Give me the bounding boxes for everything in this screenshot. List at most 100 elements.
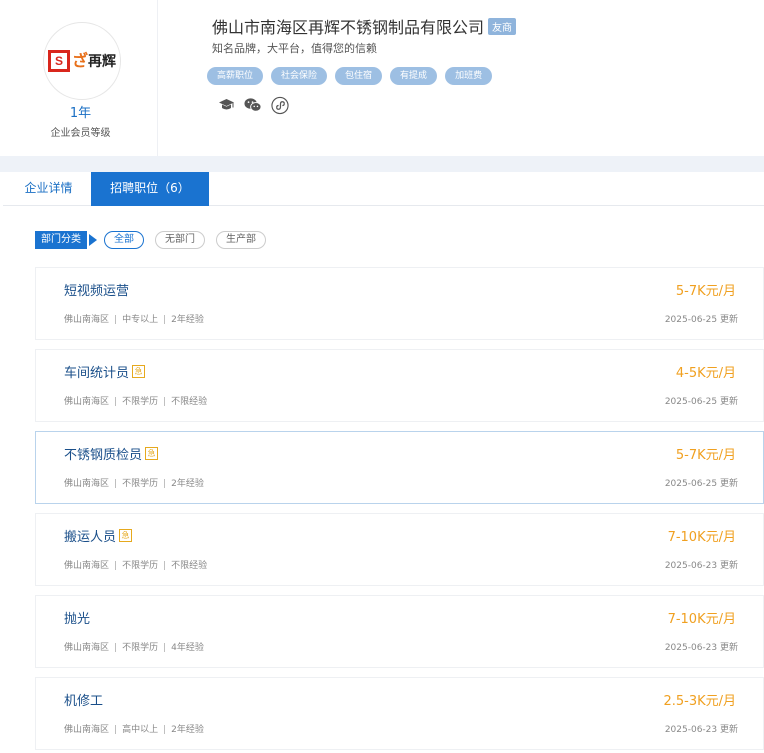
department-filter-label: 部门分类 [35,231,87,249]
job-location: 佛山南海区 [64,397,110,407]
job-salary: 4-5K元/月 [675,366,736,381]
job-title[interactable]: 抛光 [64,608,90,627]
job-card[interactable]: 短视频运营 佛山南海区 | 中专以上 | 2年经验 5-7K元/月 2025-06-25… [35,267,764,340]
job-education: 高中以上 [122,725,159,735]
meta-separator: | [163,479,167,489]
job-title-row: 短视频运营 [64,280,129,299]
wechat-icon[interactable] [244,96,262,114]
graduation-cap-icon[interactable] [217,96,235,114]
benefit-tag: 社会保险 [271,67,328,85]
tab-bar: 企业详情 招聘职位（6） [3,172,764,206]
verification-icons [217,96,289,114]
department-chip-production[interactable]: 生产部 [216,231,266,249]
tab-job-openings[interactable]: 招聘职位（6） [91,172,209,206]
header-divider [0,156,764,172]
urgent-badge: 急 [145,447,159,460]
job-salary: 7-10K元/月 [667,530,736,545]
job-experience: 2年经验 [171,315,204,325]
job-salary: 7-10K元/月 [667,612,736,627]
job-location: 佛山南海区 [64,479,110,489]
meta-separator: | [114,479,118,489]
job-education: 不限学历 [122,397,159,407]
job-updated: 2025-06-23 更新 [664,725,738,735]
job-meta: 佛山南海区 | 中专以上 | 2年经验 [64,312,204,325]
job-updated: 2025-06-23 更新 [664,643,738,653]
department-chip-none[interactable]: 无部门 [155,231,205,249]
job-updated: 2025-06-25 更新 [664,397,738,407]
meta-separator: | [163,315,167,325]
urgent-badge: 急 [119,529,133,542]
job-title[interactable]: 机修工 [64,690,103,709]
tab-company-details[interactable]: 企业详情 [6,172,91,206]
job-experience: 2年经验 [171,725,204,735]
company-name-row: 佛山市南海区再辉不锈钢制品有限公司 友商 [212,14,517,38]
job-updated: 2025-06-25 更新 [664,479,738,489]
job-title-row: 车间统计员 急 [64,362,146,381]
job-education: 不限学历 [122,561,159,571]
job-card[interactable]: 车间统计员 急 佛山南海区 | 不限学历 | 不限经验 4-5K元/月 2025-06-… [35,349,764,422]
job-location: 佛山南海区 [64,561,110,571]
urgent-badge: 急 [132,365,146,378]
job-salary: 5-7K元/月 [675,448,736,463]
job-education: 不限学历 [122,643,159,653]
job-meta: 佛山南海区 | 不限学历 | 不限经验 [64,558,207,571]
job-meta: 佛山南海区 | 不限学历 | 不限经验 [64,394,207,407]
job-title-row: 搬运人员 急 [64,526,133,545]
logo-swirl-icon: ざ [72,51,89,70]
benefit-tag: 加班费 [445,67,493,85]
logo-mark: S ざ 再辉 [48,50,116,72]
job-education: 中专以上 [122,315,159,325]
meta-separator: | [163,561,167,571]
job-title-row: 不锈钢质检员 急 [64,444,159,463]
membership-label: 企业会员等级 [50,128,111,139]
meta-separator: | [163,725,167,735]
logo-text: 再辉 [88,54,116,70]
meta-separator: | [163,397,167,407]
job-title[interactable]: 车间统计员 [64,362,129,381]
job-experience: 4年经验 [171,643,204,653]
job-card[interactable]: 机修工 佛山南海区 | 高中以上 | 2年经验 2.5-3K元/月 2025-06-23… [35,677,764,750]
job-location: 佛山南海区 [64,643,110,653]
job-card[interactable]: 搬运人员 急 佛山南海区 | 不限学历 | 不限经验 7-10K元/月 2025-06-… [35,513,764,586]
company-name: 佛山市南海区再辉不锈钢制品有限公司 [212,18,485,37]
job-updated: 2025-06-25 更新 [664,315,738,325]
benefit-tag: 包住宿 [335,67,383,85]
job-card[interactable]: 抛光 佛山南海区 | 不限学历 | 4年经验 7-10K元/月 2025-06-23 更… [35,595,764,668]
job-card[interactable]: 不锈钢质检员 急 佛山南海区 | 不限学历 | 2年经验 5-7K元/月 2025-06… [35,431,764,504]
meta-separator: | [163,643,167,653]
job-experience: 2年经验 [171,479,204,489]
logo-square-icon: S [48,50,70,72]
meta-separator: | [114,561,118,571]
job-education: 不限学历 [122,479,159,489]
job-meta: 佛山南海区 | 不限学历 | 4年经验 [64,640,204,653]
meta-separator: | [114,725,118,735]
membership-years: 1年 [69,106,92,121]
job-title[interactable]: 短视频运营 [64,280,129,299]
job-meta: 佛山南海区 | 不限学历 | 2年经验 [64,476,204,489]
meta-separator: | [114,397,118,407]
job-updated: 2025-06-23 更新 [664,561,738,571]
job-title[interactable]: 搬运人员 [64,526,116,545]
company-logo[interactable]: S ざ 再辉 [43,22,121,100]
meta-separator: | [114,643,118,653]
miniprogram-icon[interactable] [271,96,289,114]
job-title[interactable]: 不锈钢质检员 [64,444,142,463]
department-chip-all[interactable]: 全部 [104,231,144,249]
job-title-row: 抛光 [64,608,90,627]
caret-right-icon [89,234,97,246]
job-location: 佛山南海区 [64,315,110,325]
company-header: S ざ 再辉 1年 企业会员等级 佛山市南海区再辉不锈钢制品有限公司 友商 知名… [0,0,764,156]
benefit-tag: 有提成 [390,67,438,85]
job-salary: 5-7K元/月 [675,284,736,299]
company-badge: 友商 [488,17,517,35]
job-experience: 不限经验 [171,397,208,407]
job-meta: 佛山南海区 | 高中以上 | 2年经验 [64,722,204,735]
meta-separator: | [114,315,118,325]
company-slogan: 知名品牌，大平台，值得您的信赖 [212,42,377,55]
job-experience: 不限经验 [171,561,208,571]
benefit-tags: 高薪职位 社会保险 包住宿 有提成 加班费 [207,67,500,85]
logo-panel: S ざ 再辉 1年 企业会员等级 [3,0,158,156]
job-title-row: 机修工 [64,690,103,709]
department-filter: 部门分类 全部 无部门 生产部 [35,231,277,249]
benefit-tag: 高薪职位 [207,67,264,85]
